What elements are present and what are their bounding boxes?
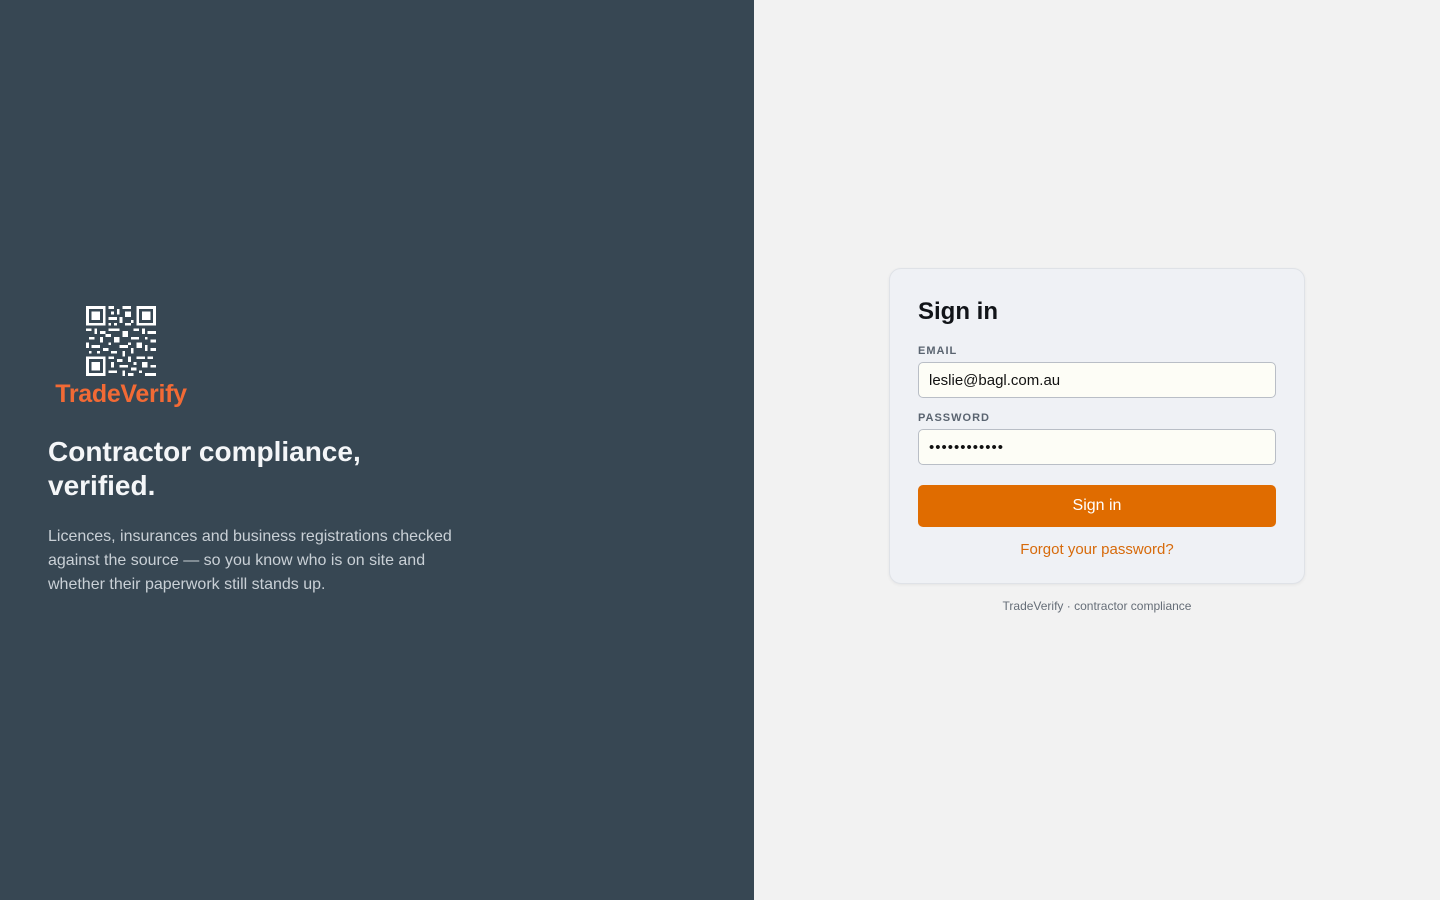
login-page: TradeVerify Contractor compliance, verif… [0, 0, 1440, 900]
email-field[interactable] [918, 362, 1276, 398]
brand-blurb: Licences, insurances and business regist… [48, 528, 452, 593]
password-field[interactable] [918, 429, 1276, 465]
brand-content: TradeVerify Contractor compliance, verif… [48, 306, 468, 597]
form-panel: Sign in EMAIL PASSWORD Sign in Forgot yo… [754, 0, 1440, 900]
signin-title: Sign in [918, 298, 998, 325]
footer-note: TradeVerify · contractor compliance [1002, 599, 1192, 613]
signin-card: Sign in EMAIL PASSWORD Sign in Forgot yo… [889, 268, 1305, 584]
sign-in-button[interactable]: Sign in [918, 485, 1276, 527]
brand-headline: Contractor compliance, verified. [48, 436, 361, 501]
email-label: EMAIL [918, 345, 958, 357]
password-label: PASSWORD [918, 412, 990, 424]
logo: TradeVerify [48, 306, 194, 409]
qr-code-icon [86, 306, 156, 376]
logo-wordmark: TradeVerify [55, 380, 187, 408]
forgot-password-link[interactable]: Forgot your password? [918, 541, 1276, 559]
brand-panel: TradeVerify Contractor compliance, verif… [0, 0, 754, 900]
